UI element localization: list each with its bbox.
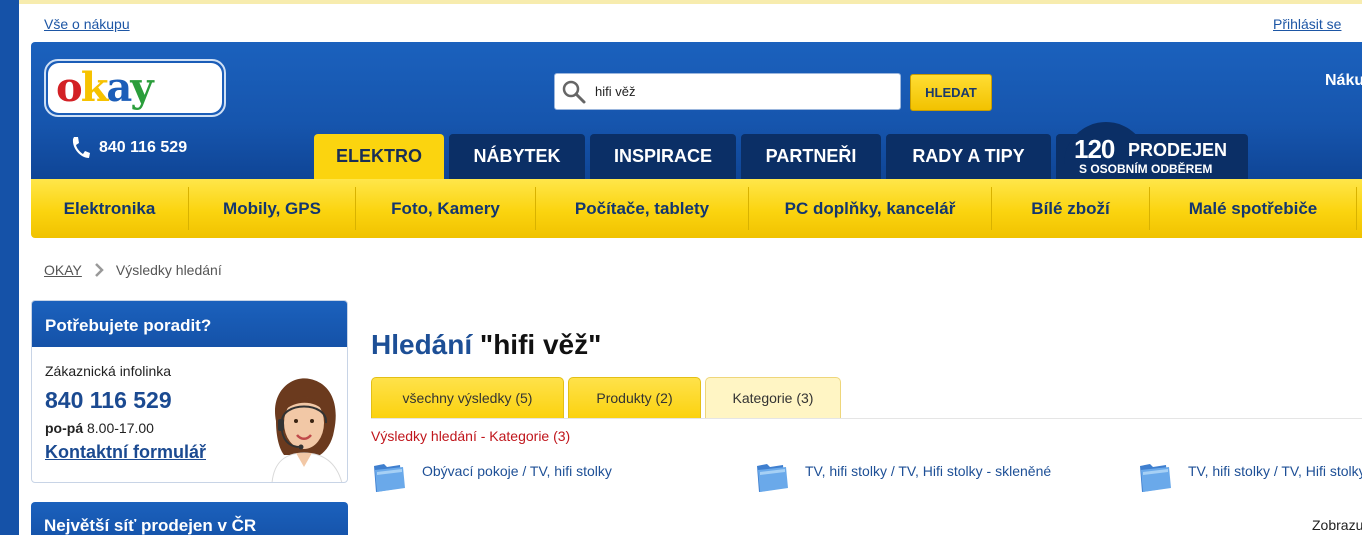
folder-icon: [374, 464, 405, 492]
category-bile-zbozi[interactable]: Bílé zboží: [992, 179, 1149, 238]
promo-subtitle: S OSOBNÍM ODBĚREM: [1079, 162, 1213, 176]
tab-all-results[interactable]: všechny výsledky (5): [371, 377, 564, 418]
promo-title: PRODEJEN: [1128, 140, 1228, 160]
tab-products[interactable]: Produkty (2): [568, 377, 701, 418]
chevron-right-icon: [94, 263, 104, 277]
phone-icon: [72, 137, 90, 158]
logo-wordmark: okay: [56, 64, 154, 111]
result-category-item[interactable]: TV, hifi stolky / TV, Hifi stolky - skle…: [755, 458, 1051, 494]
search-icon: [562, 80, 586, 103]
stores-box-title[interactable]: Největší síť prodejen v ČR: [31, 502, 348, 535]
tab-inspirace[interactable]: INSPIRACE: [590, 134, 736, 179]
breadcrumb-current: Výsledky hledání: [115, 262, 222, 278]
folder-icon: [1140, 464, 1171, 492]
category-elektronika[interactable]: Elektronika: [31, 179, 188, 238]
category-pocitace-tablety[interactable]: Počítače, tablety: [536, 179, 748, 238]
login-link[interactable]: Přihlásit se: [1273, 16, 1341, 32]
category-bar: Elektronika Mobily, GPS Foto, Kamery Poč…: [31, 179, 1362, 238]
about-shopping-link[interactable]: Vše o nákupu: [44, 16, 130, 32]
help-subtitle: Zákaznická infolinka: [45, 363, 172, 379]
result-category-link[interactable]: Obývací pokoje / TV, hifi stolky: [422, 463, 612, 479]
tab-nabytek[interactable]: NÁBYTEK: [449, 134, 585, 179]
help-hours-time: 8.00-17.00: [87, 420, 154, 436]
tab-elektro[interactable]: ELEKTRO: [314, 134, 444, 179]
search-box: [554, 73, 901, 110]
support-agent-image: [271, 378, 343, 482]
results-subtitle: Výsledky hledání - Kategorie (3): [371, 428, 571, 444]
stores-promo[interactable]: 120 PRODEJEN S OSOBNÍM ODBĚREM: [1056, 122, 1248, 179]
breadcrumb-home-link[interactable]: OKAY: [44, 262, 82, 278]
tabs-underline: [371, 418, 1362, 419]
contact-form-link[interactable]: Kontaktní formulář: [45, 442, 206, 463]
header-phone: 840 116 529: [69, 135, 187, 161]
help-title: Potřebujete poradit?: [32, 301, 347, 347]
site-header: okay 840 116 529 HLEDAT Náku ELEKTRO NÁB…: [31, 42, 1362, 179]
category-divider: [1356, 187, 1357, 230]
tab-categories[interactable]: Kategorie (3): [705, 377, 841, 418]
heading-query: "hifi věž": [479, 329, 602, 360]
result-category-item[interactable]: Obývací pokoje / TV, hifi stolky: [372, 458, 612, 494]
category-mobily-gps[interactable]: Mobily, GPS: [189, 179, 355, 238]
category-male-spotrebice[interactable]: Malé spotřebiče: [1150, 179, 1356, 238]
help-phone-number: 840 116 529: [45, 387, 172, 413]
help-hours: po-pá 8.00-17.00: [45, 420, 154, 436]
left-edge-strip: [0, 0, 19, 535]
search-button[interactable]: HLEDAT: [910, 74, 992, 111]
help-hours-days: po-pá: [45, 420, 84, 436]
top-accent-line: [19, 0, 1362, 4]
heading-prefix: Hledání: [371, 329, 473, 360]
breadcrumb: OKAY Výsledky hledání: [44, 262, 222, 278]
okay-logo[interactable]: okay: [44, 59, 226, 117]
tab-rady-a-tipy[interactable]: RADY A TIPY: [886, 134, 1051, 179]
promo-number: 120: [1074, 134, 1115, 164]
folder-icon: [757, 464, 788, 492]
category-pc-doplnky[interactable]: PC doplňky, kancelář: [749, 179, 991, 238]
result-category-link[interactable]: TV, hifi stolky / TV, Hifi stolky: [1188, 463, 1362, 479]
search-results-heading: Hledání "hifi věž": [371, 329, 601, 361]
tab-partneri[interactable]: PARTNEŘI: [741, 134, 881, 179]
help-box: Potřebujete poradit? Zákaznická infolink…: [31, 300, 348, 483]
result-category-item[interactable]: TV, hifi stolky / TV, Hifi stolky: [1138, 458, 1362, 494]
category-foto-kamery[interactable]: Foto, Kamery: [356, 179, 535, 238]
result-category-link[interactable]: TV, hifi stolky / TV, Hifi stolky - skle…: [805, 463, 1051, 479]
cart-label[interactable]: Náku: [1325, 72, 1362, 90]
show-results-label: Zobrazu: [1312, 517, 1362, 533]
header-phone-number: 840 116 529: [99, 139, 188, 156]
search-input[interactable]: [595, 84, 885, 99]
